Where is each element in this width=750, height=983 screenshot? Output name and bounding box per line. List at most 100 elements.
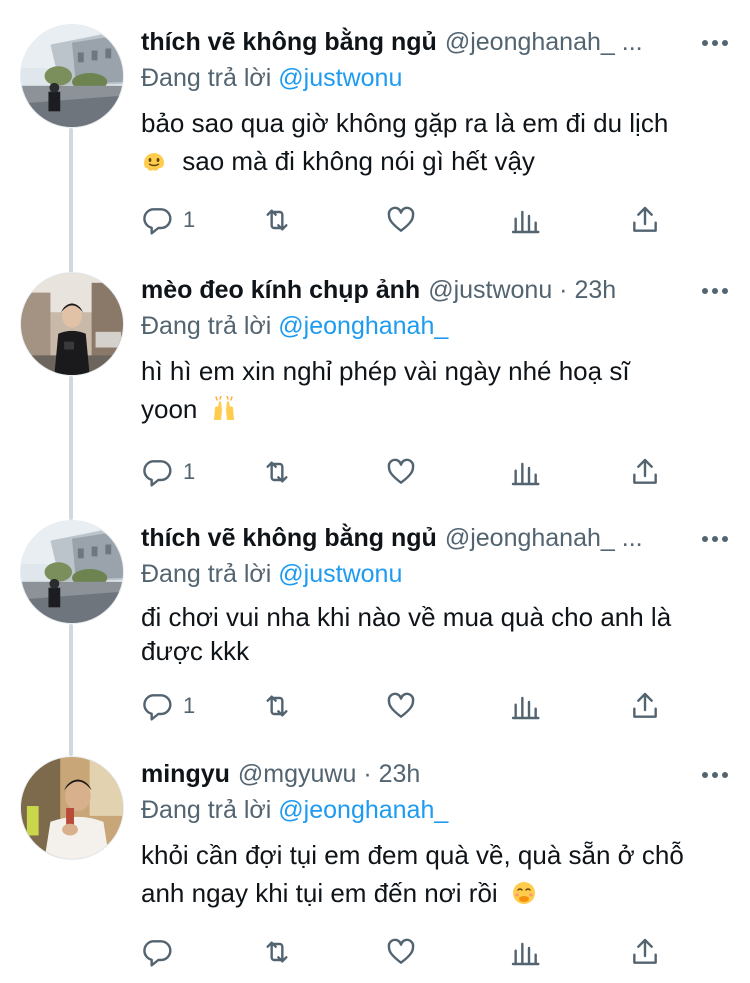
retweet-button[interactable]	[261, 686, 293, 726]
reply-icon	[143, 694, 172, 721]
man-street-photo-avatar	[21, 273, 123, 375]
like-button[interactable]	[385, 932, 417, 972]
reply-count: 1	[183, 693, 196, 718]
avatar[interactable]	[20, 756, 124, 860]
like-button[interactable]	[385, 452, 417, 492]
user-handle[interactable]: @jeonghanah_ ...	[445, 28, 643, 57]
reply-button[interactable]: 1	[141, 452, 195, 492]
share-button[interactable]	[629, 452, 661, 492]
like-button[interactable]	[385, 200, 417, 240]
reply-mention-link[interactable]: @justwonu	[278, 560, 402, 588]
share-icon	[633, 938, 657, 964]
tweet-header: thích vẽ không bằng ngủ @jeonghanah_ ...	[141, 524, 730, 558]
share-icon	[633, 458, 657, 484]
retweet-icon	[266, 941, 288, 963]
analytics-icon	[511, 696, 540, 720]
retweet-button[interactable]	[261, 452, 293, 492]
tweet-text-line: khỏi cần đợi tụi em đem quà về, quà sẵn …	[141, 840, 684, 870]
tweet-header: mingyu @mgyuwu · 23h	[141, 760, 730, 794]
share-icon	[633, 692, 657, 718]
tweet-text-line: đi chơi vui nha khi nào về mua quà cho a…	[141, 602, 672, 632]
street-photo-avatar	[21, 25, 123, 127]
tweet-text: khỏi cần đợi tụi em đem quà về, quà sẵn …	[141, 836, 730, 912]
replying-to: Đang trả lời @justwonu	[141, 560, 730, 594]
tweet-text: bảo sao qua giờ không gặp ra là em đi du…	[141, 104, 730, 180]
tweet-actions	[141, 932, 681, 972]
face-with-hand-over-mouth-emoji-icon	[512, 882, 535, 904]
user-handle[interactable]: @jeonghanah_ ...	[445, 524, 643, 553]
analytics-icon	[511, 462, 540, 486]
reply-label: Đang trả lời	[141, 312, 272, 340]
tweet-text-line: bảo sao qua giờ không gặp ra là em đi du…	[141, 108, 669, 138]
retweet-button[interactable]	[261, 932, 293, 972]
like-button[interactable]	[385, 686, 417, 726]
more-options-icon[interactable]	[700, 276, 730, 306]
man-indoor-photo-avatar	[21, 757, 123, 859]
views-button[interactable]	[509, 932, 541, 972]
reply-count: 1	[183, 207, 196, 232]
reply-button[interactable]: 1	[141, 200, 195, 240]
share-button[interactable]	[629, 200, 661, 240]
replying-to: Đang trả lời @justwonu	[141, 64, 730, 98]
heart-icon	[387, 938, 415, 964]
reply-mention-link[interactable]: @jeonghanah_	[278, 796, 448, 824]
tweet[interactable]: thích vẽ không bằng ngủ @jeonghanah_ ...…	[0, 520, 750, 734]
views-button[interactable]	[509, 200, 541, 240]
reply-button[interactable]: 1	[141, 686, 195, 726]
tweet-header: thích vẽ không bằng ngủ @jeonghanah_ ...	[141, 28, 730, 62]
retweet-icon	[266, 461, 288, 483]
tweet-text-line: được kkk	[141, 636, 250, 666]
tweet-header: mèo đeo kính chụp ảnh @justwonu · 23h	[141, 276, 730, 310]
tweet-text: đi chơi vui nha khi nào về mua quà cho a…	[141, 600, 730, 668]
share-button[interactable]	[629, 686, 661, 726]
views-button[interactable]	[509, 686, 541, 726]
more-options-icon[interactable]	[700, 524, 730, 554]
tweet-text-line: hì hì em xin nghỉ phép vài ngày nhé hoạ …	[141, 356, 630, 386]
reply-mention-link[interactable]: @justwonu	[278, 64, 402, 92]
tweet-text-line: sao mà đi không nói gì hết vậy	[182, 146, 535, 176]
avatar[interactable]	[20, 520, 124, 624]
reply-icon	[143, 208, 172, 235]
heart-icon	[387, 206, 415, 232]
tweet[interactable]: thích vẽ không bằng ngủ @jeonghanah_ ...…	[0, 24, 750, 254]
tweet-actions: 1	[141, 200, 681, 240]
display-name[interactable]: mèo đeo kính chụp ảnh	[141, 276, 420, 305]
display-name[interactable]: mingyu	[141, 760, 230, 789]
tweet[interactable]: mèo đeo kính chụp ảnh @justwonu · 23h Đa…	[0, 272, 750, 502]
street-photo-avatar	[21, 521, 123, 623]
reply-icon	[143, 940, 172, 967]
display-name[interactable]: thích vẽ không bằng ngủ	[141, 524, 437, 553]
melting-face-emoji-icon	[144, 153, 164, 171]
user-handle[interactable]: @mgyuwu · 23h	[238, 760, 420, 789]
reply-button[interactable]	[141, 932, 183, 972]
tweet-text-line: anh ngay khi tụi em đến nơi rồi	[141, 878, 498, 908]
views-button[interactable]	[509, 452, 541, 492]
display-name[interactable]: thích vẽ không bằng ngủ	[141, 28, 437, 57]
retweet-button[interactable]	[261, 200, 293, 240]
tweet-text: hì hì em xin nghỉ phép vài ngày nhé hoạ …	[141, 352, 730, 428]
retweet-icon	[266, 209, 288, 231]
reply-mention-link[interactable]: @jeonghanah_	[278, 312, 448, 340]
tweet-actions: 1	[141, 686, 681, 726]
reply-count: 1	[183, 459, 196, 484]
reply-label: Đang trả lời	[141, 796, 272, 824]
reply-icon	[143, 460, 172, 487]
tweet-actions: 1	[141, 452, 681, 492]
avatar[interactable]	[20, 24, 124, 128]
tweet[interactable]: mingyu @mgyuwu · 23h Đang trả lời @jeong…	[0, 756, 750, 976]
share-button[interactable]	[629, 932, 661, 972]
more-options-icon[interactable]	[700, 760, 730, 790]
retweet-icon	[266, 695, 288, 717]
analytics-icon	[511, 942, 540, 966]
tweet-text-line: yoon	[141, 394, 198, 424]
avatar[interactable]	[20, 272, 124, 376]
replying-to: Đang trả lời @jeonghanah_	[141, 796, 730, 830]
share-icon	[633, 206, 657, 232]
more-options-icon[interactable]	[700, 28, 730, 58]
user-handle[interactable]: @justwonu · 23h	[428, 276, 616, 305]
reply-label: Đang trả lời	[141, 560, 272, 588]
heart-icon	[387, 692, 415, 718]
analytics-icon	[511, 210, 540, 234]
reply-thread: thích vẽ không bằng ngủ @jeonghanah_ ...…	[0, 0, 750, 983]
raising-hands-emoji-icon	[213, 396, 234, 420]
